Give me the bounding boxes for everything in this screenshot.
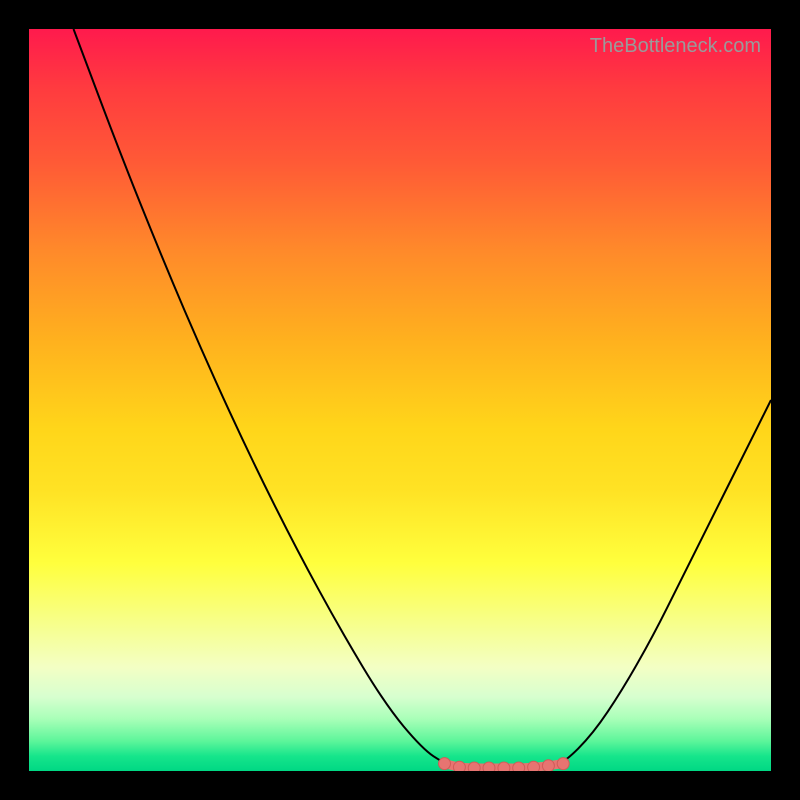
marker-dot	[498, 762, 510, 771]
marker-dot	[557, 758, 569, 770]
marker-dot	[542, 760, 554, 771]
marker-dot	[483, 762, 495, 771]
marker-dot	[468, 762, 480, 771]
marker-dot	[513, 762, 525, 771]
curve-lines	[74, 29, 772, 768]
outer-frame: TheBottleneck.com	[0, 0, 800, 800]
chart-svg	[29, 29, 771, 771]
marker-dots	[439, 758, 570, 771]
bottleneck-curve	[74, 29, 772, 768]
plot-area: TheBottleneck.com	[29, 29, 771, 771]
marker-dot	[528, 761, 540, 771]
marker-dot	[453, 761, 465, 771]
marker-dot	[439, 758, 451, 770]
